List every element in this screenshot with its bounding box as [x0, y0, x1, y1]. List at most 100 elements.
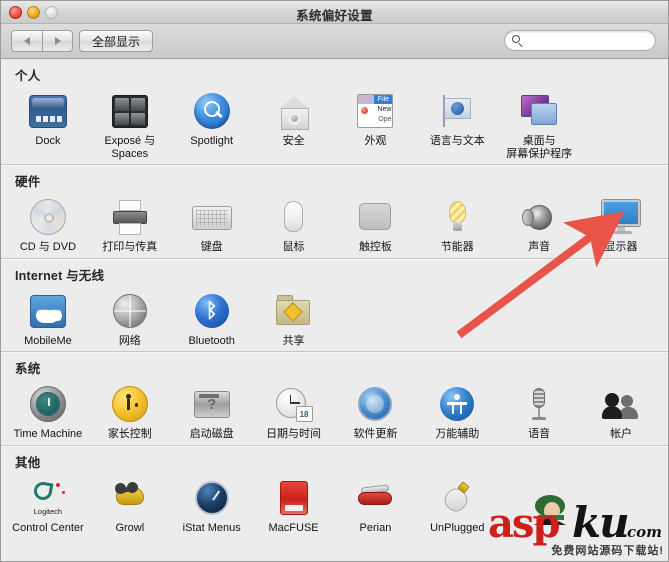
accounts-icon [600, 383, 642, 425]
language-text-icon [436, 90, 478, 132]
sound-icon [518, 196, 560, 238]
pref-item-perian[interactable]: Perian [335, 475, 417, 535]
pref-item-macfuse[interactable]: MacFUSE [253, 475, 335, 535]
cd-dvd-icon [27, 196, 69, 238]
pref-item-logitech-control-center[interactable]: Logitech Control Center [7, 475, 89, 535]
appearance-file-label: File [374, 95, 393, 104]
pref-label: 家长控制 [107, 428, 152, 440]
search-container [504, 30, 656, 51]
network-icon [109, 290, 151, 332]
appearance-open-label: Ope [378, 116, 392, 123]
pref-item-date-time[interactable]: 18 日期与时间 [253, 381, 335, 441]
security-icon [273, 90, 315, 132]
startup-disk-icon: ? [191, 383, 233, 425]
chevron-right-icon [54, 37, 61, 45]
pref-item-empty [580, 288, 662, 348]
back-button[interactable] [11, 30, 42, 52]
pref-item-network[interactable]: 网络 [89, 288, 171, 348]
pref-item-desktop-screensaver[interactable]: 桌面与 屏幕保护程序 [498, 88, 580, 160]
pref-item-sharing[interactable]: 共享 [253, 288, 335, 348]
section-title-internet: Internet 与无线 [15, 268, 105, 283]
logitech-control-center-icon: Logitech [27, 477, 69, 519]
pref-item-dock[interactable]: Dock [7, 88, 89, 160]
pref-item-cd-dvd[interactable]: CD 与 DVD [7, 194, 89, 254]
pref-item-mouse[interactable]: 鼠标 [253, 194, 335, 254]
pref-item-language-text[interactable]: 语言与文本 [416, 88, 498, 160]
keyboard-icon [191, 196, 233, 238]
appearance-icon: File New Ope [354, 90, 396, 132]
pref-item-sound[interactable]: 声音 [498, 194, 580, 254]
pref-label: 节能器 [440, 241, 474, 253]
system-preferences-window: 系统偏好设置 全部显示 个人 Dock Exposé 与 Spaces Spot… [0, 0, 669, 562]
pref-label: 语音 [528, 428, 551, 440]
window-title: 系统偏好设置 [296, 9, 373, 23]
pref-label: 键盘 [200, 241, 223, 253]
search-input[interactable] [529, 31, 647, 50]
pref-label: MobileMe [24, 334, 72, 347]
window-toolbar: 全部显示 [1, 24, 668, 59]
pref-item-time-machine[interactable]: Time Machine [7, 381, 89, 441]
pref-label: Spotlight [190, 135, 234, 147]
pref-item-software-update[interactable]: 软件更新 [335, 381, 417, 441]
pref-item-growl[interactable]: Growl [89, 475, 171, 535]
show-all-button[interactable]: 全部显示 [79, 30, 154, 52]
chevron-left-icon [24, 37, 30, 45]
pref-label: 打印与传真 [102, 241, 158, 253]
universal-access-icon [436, 383, 478, 425]
mobileme-icon [27, 290, 69, 332]
print-fax-icon [109, 196, 151, 238]
pref-label: Growl [115, 521, 145, 534]
pref-item-speech[interactable]: 语音 [498, 381, 580, 441]
pref-item-energy-saver[interactable]: 节能器 [416, 194, 498, 254]
bluetooth-icon: ᛒ [191, 290, 233, 332]
pref-item-startup-disk[interactable]: ? 启动磁盘 [171, 381, 253, 441]
sharing-icon [273, 290, 315, 332]
pref-label: 网络 [118, 334, 141, 347]
appearance-new-label: New [377, 106, 392, 113]
pref-label: 桌面与 屏幕保护程序 [506, 135, 573, 160]
pref-item-universal-access[interactable]: 万能辅助 [416, 381, 498, 441]
pref-label: CD 与 DVD [19, 241, 77, 253]
pref-item-security[interactable]: 安全 [253, 88, 335, 160]
pref-item-empty [498, 475, 580, 535]
pref-item-mobileme[interactable]: MobileMe [7, 288, 89, 348]
pref-item-keyboard[interactable]: 键盘 [171, 194, 253, 254]
pref-item-unplugged[interactable]: UnPlugged [416, 475, 498, 535]
energy-saver-icon [436, 196, 478, 238]
software-update-icon [354, 383, 396, 425]
pref-item-trackpad[interactable]: 触控板 [335, 194, 417, 254]
pref-item-expose-spaces[interactable]: Exposé 与 Spaces [89, 88, 171, 160]
pref-item-parental-controls[interactable]: 家长控制 [89, 381, 171, 441]
pref-item-print-fax[interactable]: 打印与传真 [89, 194, 171, 254]
search-field[interactable] [504, 30, 656, 51]
pref-label: Exposé 与 Spaces [104, 135, 156, 160]
section-title-system: 系统 [15, 362, 41, 376]
pref-label: UnPlugged [430, 521, 485, 534]
pref-item-istat-menus[interactable]: iStat Menus [171, 475, 253, 535]
unplugged-icon [436, 477, 478, 519]
pref-grid-personal: Dock Exposé 与 Spaces Spotlight 安全 File N… [1, 86, 668, 164]
pref-item-appearance[interactable]: File New Ope 外观 [335, 88, 417, 160]
pref-label: 共享 [282, 334, 305, 347]
pref-item-bluetooth[interactable]: ᛒ Bluetooth [171, 288, 253, 348]
pref-label: 外观 [364, 135, 387, 147]
time-machine-icon [27, 383, 69, 425]
perian-icon [354, 477, 396, 519]
growl-icon [109, 477, 151, 519]
spotlight-icon [191, 90, 233, 132]
section-title-other: 其他 [15, 455, 41, 470]
section-system: 系统 Time Machine 家长控制 ? 启动磁盘 18 日期与时间 软件更… [1, 352, 668, 445]
pref-grid-internet: MobileMe 网络 ᛒ Bluetooth 共享 [1, 286, 668, 352]
section-hardware: 硬件 CD 与 DVD 打印与传真 键盘 鼠标 触控板 节能器 声音 显示器 [1, 165, 668, 258]
macfuse-icon [273, 477, 315, 519]
forward-button[interactable] [42, 30, 73, 52]
navigation-buttons [11, 30, 73, 52]
section-internet: Internet 与无线 MobileMe 网络 ᛒ Bluetooth 共享 [1, 259, 668, 352]
bluetooth-glyph: ᛒ [205, 299, 218, 322]
pref-item-spotlight[interactable]: Spotlight [171, 88, 253, 160]
pref-grid-hardware: CD 与 DVD 打印与传真 键盘 鼠标 触控板 节能器 声音 显示器 [1, 192, 668, 258]
pref-label: 触控板 [358, 241, 392, 253]
pref-item-displays[interactable]: 显示器 [580, 194, 662, 254]
pref-item-accounts[interactable]: 帐户 [580, 381, 662, 441]
pref-grid-other: Logitech Control Center Growl iStat Menu… [1, 473, 668, 539]
